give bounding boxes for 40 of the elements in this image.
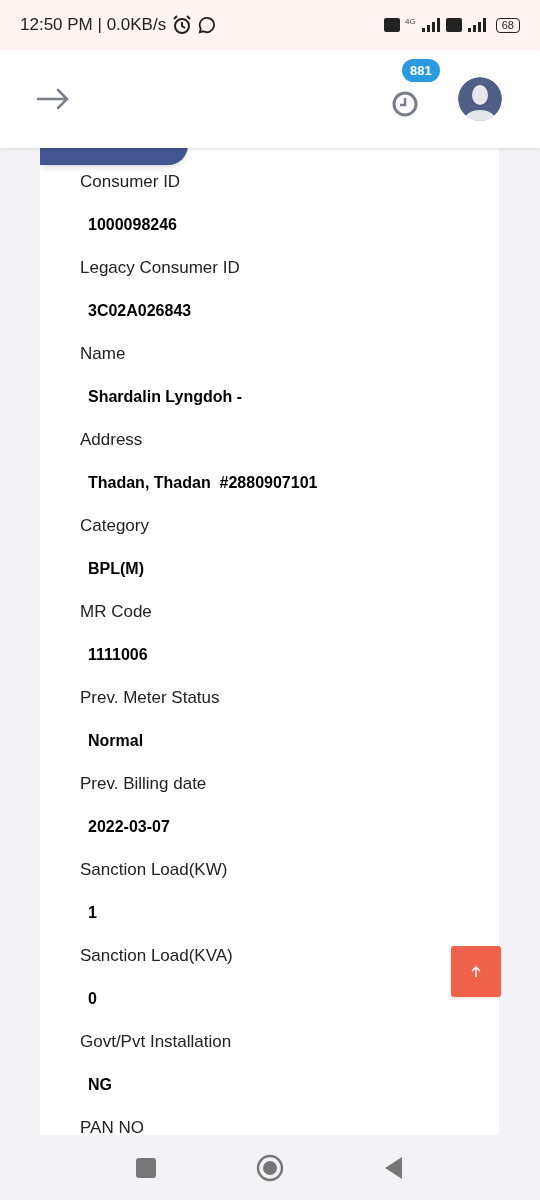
field-value: 2022-03-07 bbox=[88, 817, 170, 837]
signal-icon bbox=[466, 18, 487, 32]
network-type: 4G bbox=[405, 17, 416, 26]
status-time: 12:50 PM | 0.0KB/s bbox=[20, 14, 167, 37]
field-label: Name bbox=[80, 343, 126, 365]
field-value: NG bbox=[88, 1075, 112, 1095]
volte-icon bbox=[384, 18, 401, 32]
avatar-icon[interactable] bbox=[458, 77, 502, 121]
volte-icon bbox=[445, 18, 462, 32]
signal-icon bbox=[420, 18, 441, 32]
notification-badge: 881 bbox=[402, 59, 440, 82]
field-label: Sanction Load(KW) bbox=[80, 859, 228, 881]
arrow-right-icon[interactable] bbox=[36, 87, 70, 111]
field-label: Category bbox=[80, 515, 149, 537]
back-button[interactable] bbox=[384, 1155, 404, 1180]
field-value: BPL(M) bbox=[88, 559, 144, 579]
field-label: Govt/Pvt Installation bbox=[80, 1031, 232, 1053]
chat-icon bbox=[198, 16, 217, 34]
field-value: Normal bbox=[88, 731, 144, 751]
recents-button[interactable] bbox=[136, 1157, 156, 1178]
home-button[interactable] bbox=[256, 1153, 284, 1182]
field-label: Prev. Meter Status bbox=[80, 687, 220, 709]
arrow-up-icon bbox=[471, 965, 481, 978]
field-value: Thadan, Thadan #2880907101 bbox=[88, 473, 318, 493]
field-label: Address bbox=[80, 429, 143, 451]
field-value: 1111006 bbox=[88, 645, 148, 665]
field-label: Prev. Billing date bbox=[80, 773, 207, 795]
alarm-icon bbox=[172, 15, 193, 35]
field-label: Consumer ID bbox=[80, 171, 181, 193]
field-label: Legacy Consumer ID bbox=[80, 257, 240, 279]
clock-icon[interactable] bbox=[392, 91, 418, 117]
field-label: MR Code bbox=[80, 601, 152, 623]
battery-level: 68 bbox=[495, 17, 520, 33]
field-label: PAN NO bbox=[80, 1117, 144, 1135]
field-value: 3C02A026843 bbox=[88, 301, 192, 321]
field-value: 0 bbox=[88, 989, 97, 1009]
field-label: Sanction Load(KVA) bbox=[80, 945, 233, 967]
field-value: Shardalin Lyngdoh - bbox=[88, 387, 243, 407]
field-value: 1000098246 bbox=[88, 215, 177, 235]
field-value: 1 bbox=[88, 903, 97, 923]
